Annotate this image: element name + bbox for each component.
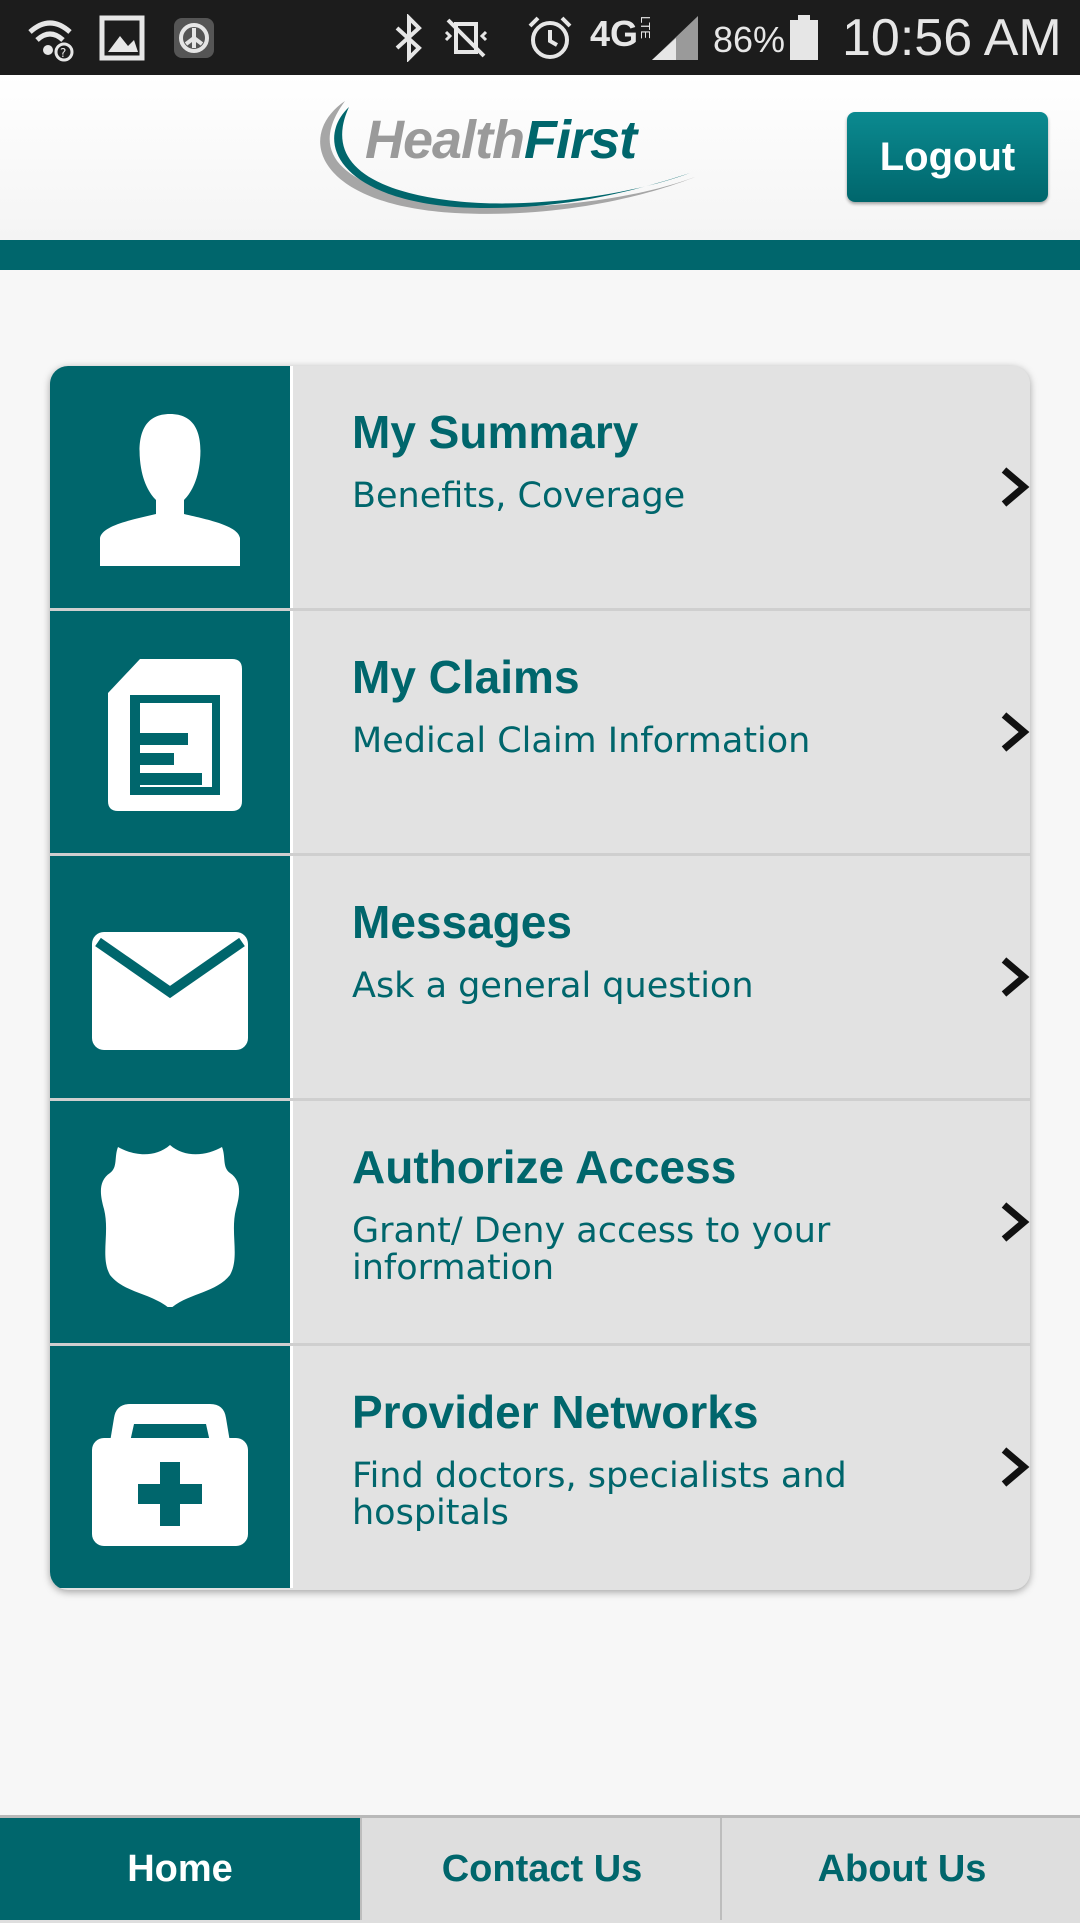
menu-tile xyxy=(50,1346,293,1588)
menu-item-provider-networks[interactable]: Provider Networks Find doctors, speciali… xyxy=(50,1346,1030,1588)
tab-contact-us[interactable]: Contact Us xyxy=(360,1818,722,1920)
menu-item-subtitle: Ask a general question xyxy=(352,966,754,1006)
battery-percent: 86% xyxy=(713,19,786,60)
chevron-right-icon xyxy=(1001,1202,1030,1242)
header-divider xyxy=(0,240,1080,270)
menu-item-subtitle: Medical Claim Information xyxy=(352,721,811,761)
menu-item-title: My Summary xyxy=(352,406,639,458)
bluetooth-icon xyxy=(395,14,422,62)
menu-item-messages[interactable]: Messages Ask a general question xyxy=(50,856,1030,1101)
chevron-right-icon xyxy=(1001,467,1030,507)
logout-button[interactable]: Logout xyxy=(847,112,1048,202)
alarm-icon xyxy=(528,16,572,59)
signal-icon xyxy=(652,16,698,60)
network-type: 4G xyxy=(590,13,639,54)
battery-icon xyxy=(790,15,818,60)
tab-home[interactable]: Home xyxy=(0,1818,360,1920)
menu-tile xyxy=(50,611,293,853)
tab-about-us[interactable]: About Us xyxy=(720,1818,1080,1920)
logo-first: First xyxy=(524,110,637,170)
envelope-icon xyxy=(92,932,248,1050)
chevron-right-icon xyxy=(1001,957,1030,997)
clock: 10:56 AM xyxy=(842,9,1062,67)
menu-item-my-summary[interactable]: My Summary Benefits, Coverage xyxy=(50,366,1030,611)
menu-tile xyxy=(50,366,293,608)
menu-item-authorize-access[interactable]: Authorize Access Grant/ Deny access to y… xyxy=(50,1101,1030,1346)
chevron-right-icon xyxy=(1001,712,1030,752)
wifi-icon: ? xyxy=(28,20,74,62)
medical-kit-icon xyxy=(92,1404,248,1546)
gallery-icon xyxy=(99,15,145,61)
menu-item-subtitle: Benefits, Coverage xyxy=(352,476,686,516)
bottom-nav: Home Contact Us About Us xyxy=(0,1815,1080,1923)
menu-tile xyxy=(50,1101,293,1343)
menu-item-title: Provider Networks xyxy=(352,1386,759,1438)
vibrate-mute-icon xyxy=(444,18,488,58)
menu-item-title: Authorize Access xyxy=(352,1141,737,1193)
shield-icon xyxy=(100,1145,240,1307)
menu-tile xyxy=(50,856,293,1098)
person-icon xyxy=(100,414,240,566)
chevron-right-icon xyxy=(1001,1447,1030,1487)
logo-health: Health xyxy=(365,110,525,170)
menu-item-subtitle: Grant/ Deny access to your information xyxy=(352,1211,831,1288)
status-bar: ? 4G LTE 86% 10:56 AM xyxy=(0,0,1080,75)
svg-text:?: ? xyxy=(60,46,66,60)
menu-item-my-claims[interactable]: My Claims Medical Claim Information xyxy=(50,611,1030,856)
logo-wordmark: HealthFirst xyxy=(365,110,637,170)
main-menu: My Summary Benefits, Coverage My Claims … xyxy=(50,366,1030,1590)
document-icon xyxy=(108,659,242,811)
app-notification-icon xyxy=(174,18,214,58)
menu-item-title: My Claims xyxy=(352,651,580,703)
menu-item-subtitle: Find doctors, specialists and hospitals xyxy=(352,1456,847,1533)
menu-item-title: Messages xyxy=(352,896,572,948)
